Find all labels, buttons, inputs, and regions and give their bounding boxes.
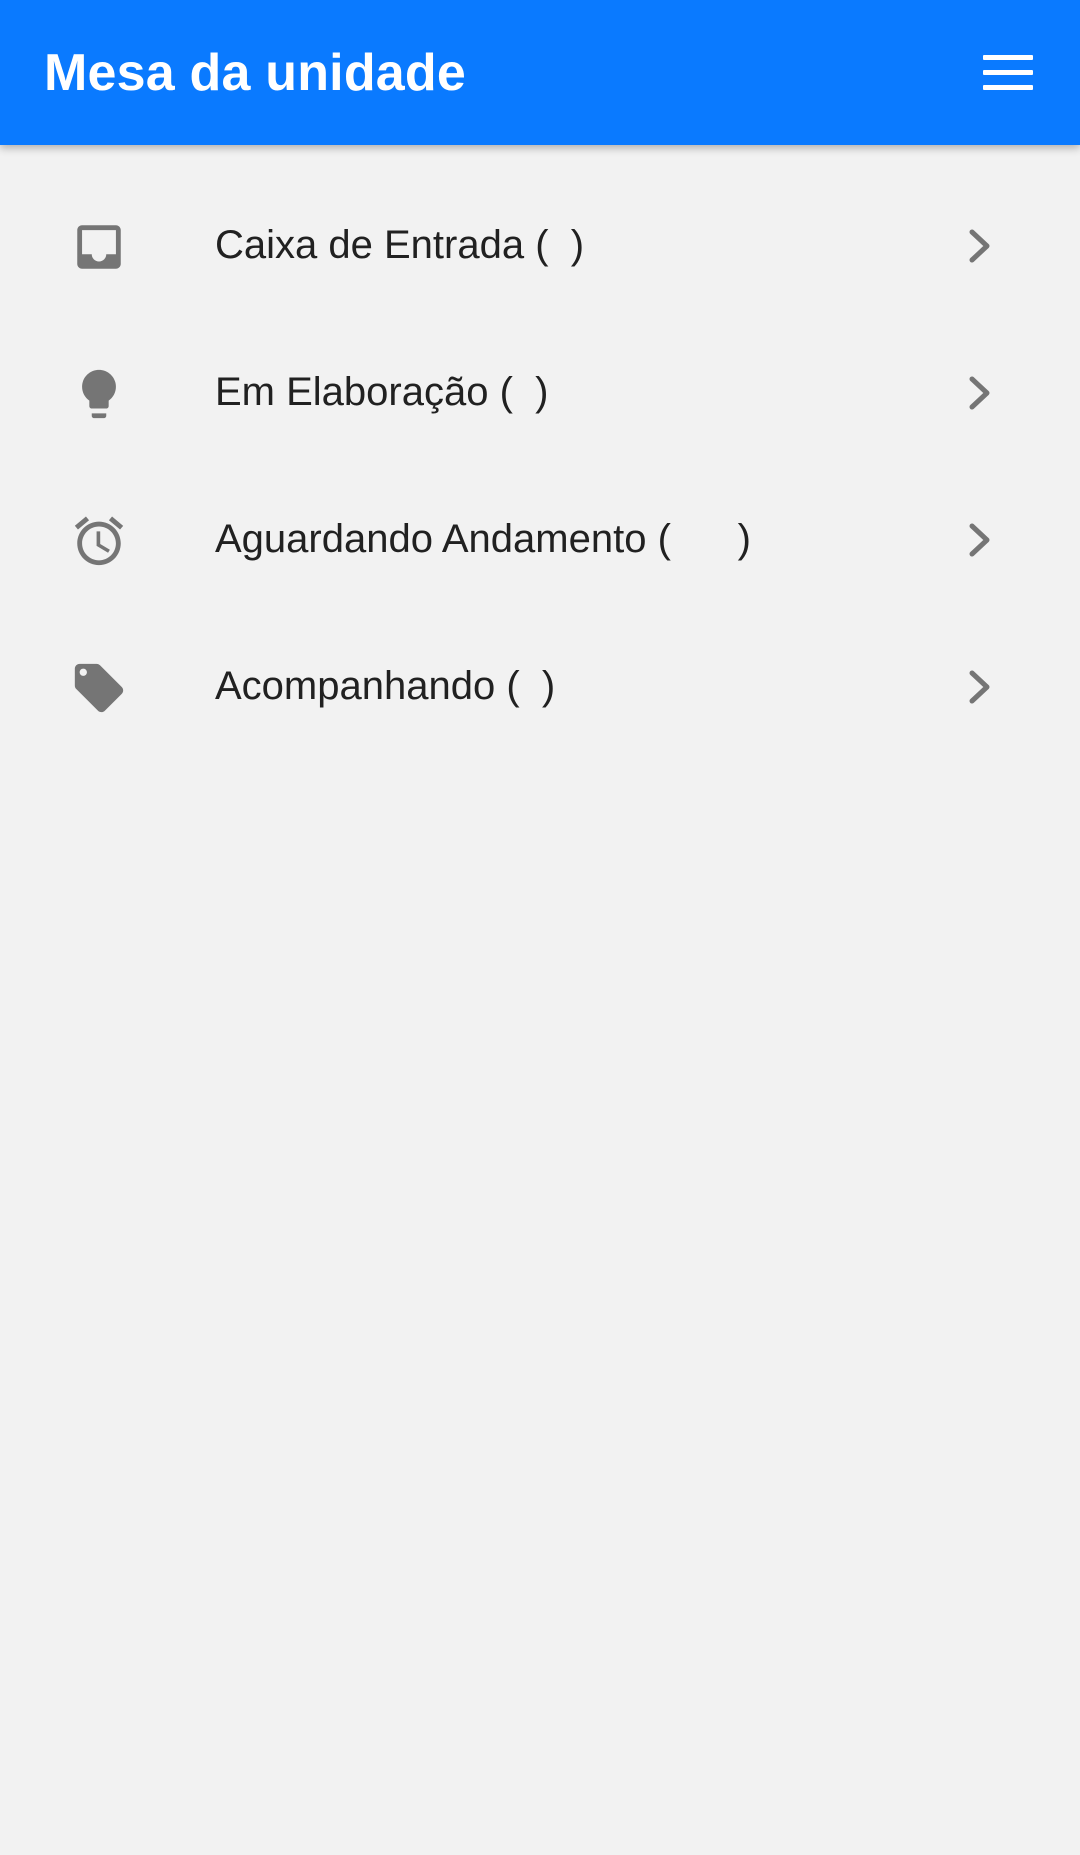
- menu-item-label: Caixa de Entrada ( ): [215, 223, 585, 267]
- menu-item-em-elaboracao[interactable]: Em Elaboração ( ): [0, 319, 1080, 466]
- chevron-right-icon: [962, 222, 1000, 270]
- app-bar: Mesa da unidade: [0, 0, 1080, 145]
- menu-list: Caixa de Entrada ( ) Em Elaboração ( ) A…: [0, 172, 1080, 760]
- menu-item-caixa-de-entrada[interactable]: Caixa de Entrada ( ): [0, 172, 1080, 319]
- page-title: Mesa da unidade: [44, 44, 466, 102]
- tag-icon: [70, 659, 128, 717]
- menu-item-label: Acompanhando ( ): [215, 664, 556, 708]
- alarm-clock-icon: [70, 512, 128, 570]
- hamburger-menu-icon: [983, 55, 1033, 90]
- menu-item-label: Aguardando Andamento ( ): [215, 517, 751, 561]
- chevron-right-icon: [962, 369, 1000, 417]
- menu-item-label: Em Elaboração ( ): [215, 370, 549, 414]
- menu-item-acompanhando[interactable]: Acompanhando ( ): [0, 613, 1080, 760]
- chevron-right-icon: [962, 516, 1000, 564]
- inbox-icon: [70, 218, 128, 276]
- menu-button[interactable]: [970, 38, 1046, 108]
- lightbulb-icon: [70, 365, 128, 423]
- chevron-right-icon: [962, 663, 1000, 711]
- menu-item-aguardando-andamento[interactable]: Aguardando Andamento ( ): [0, 466, 1080, 613]
